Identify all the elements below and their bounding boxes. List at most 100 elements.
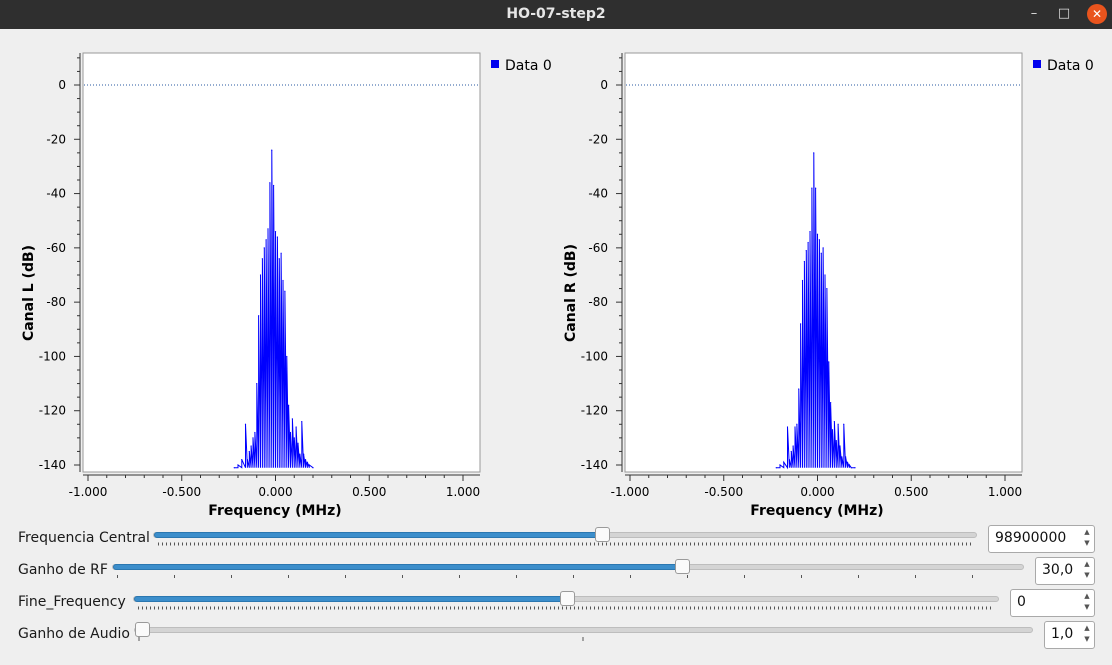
y-axis: 0 -20 -40 -60 -80 -100 -120 -140 xyxy=(39,53,81,472)
data-point xyxy=(286,355,288,358)
data-point xyxy=(280,252,282,254)
frequencia-central-spinbox[interactable]: 98900000 ▲ ▼ xyxy=(988,525,1095,553)
data-point xyxy=(779,464,781,466)
y-tick-label: -120 xyxy=(39,404,66,418)
data-point xyxy=(839,445,841,447)
data-point xyxy=(299,453,301,455)
data-point xyxy=(803,260,805,263)
slider-ticks xyxy=(117,575,1021,578)
data-point xyxy=(278,258,280,260)
data-point xyxy=(263,247,265,249)
spin-arrows-icon[interactable]: ▲ ▼ xyxy=(1082,527,1092,549)
spectrum-plot-right: 0 -20 -40 -60 -80 -100 -120 -140 -1.000 -0.500 0.… xyxy=(542,32,1098,522)
legend-label: Data 0 xyxy=(1047,58,1094,74)
data-point xyxy=(303,453,305,455)
spin-arrows-icon[interactable]: ▲ ▼ xyxy=(1082,591,1092,613)
spectrum-chart-left: 0 -20 -40 -60 -80 -100 -120 -140 -1.000 -0.500 0.… xyxy=(21,52,552,519)
data-point xyxy=(824,274,826,276)
data-point xyxy=(796,423,798,425)
legend-swatch xyxy=(491,60,499,68)
data-point xyxy=(246,458,248,461)
data-point xyxy=(301,420,303,423)
spin-arrows-icon[interactable]: ▲ ▼ xyxy=(1082,623,1092,645)
close-icon[interactable]: ✕ xyxy=(1087,4,1107,24)
data-point xyxy=(775,467,777,469)
data-point xyxy=(244,423,247,425)
slider-handle[interactable] xyxy=(675,559,690,574)
x-axis-title: Frequency (MHz) xyxy=(208,503,341,519)
data-point xyxy=(273,184,275,187)
x-tick-label: 0.500 xyxy=(352,485,386,499)
slider-ticks xyxy=(138,606,994,610)
frequencia-central-slider[interactable] xyxy=(153,527,977,542)
data-point xyxy=(265,239,267,241)
y-tick-label: -20 xyxy=(588,132,608,146)
y-tick-label: 0 xyxy=(600,78,608,92)
minimize-icon[interactable]: – xyxy=(1024,4,1044,24)
data-point xyxy=(237,464,239,466)
spin-arrows-icon[interactable]: ▲ ▼ xyxy=(1082,559,1092,581)
data-point xyxy=(811,187,813,189)
ganho-de-audio-slider[interactable] xyxy=(134,622,1033,637)
data-point xyxy=(295,426,297,428)
data-point xyxy=(815,187,817,189)
x-tick-label: 0.000 xyxy=(258,485,292,499)
data-point xyxy=(306,461,308,463)
y-tick-label: -60 xyxy=(46,241,66,255)
x-axis: -1.000 -0.500 0.000 0.500 1.000 xyxy=(69,474,480,499)
data-point xyxy=(248,450,250,453)
fine-frequency-spinbox[interactable]: 0 ▲ ▼ xyxy=(1010,589,1095,617)
y-tick-label: -80 xyxy=(588,295,608,309)
data-point xyxy=(284,290,286,292)
slider-ticks xyxy=(158,542,974,546)
x-tick-label: -1.000 xyxy=(611,485,650,499)
data-point xyxy=(794,426,796,428)
data-point xyxy=(843,423,845,425)
x-axis-title: Frequency (MHz) xyxy=(750,503,883,519)
spinbox-value: 30,0 xyxy=(1042,562,1074,578)
y-tick-label: -140 xyxy=(581,458,608,472)
spinbox-value: 1,0 xyxy=(1051,626,1074,642)
x-tick-label: 1.000 xyxy=(446,485,480,499)
data-point xyxy=(250,445,252,447)
data-point xyxy=(282,279,284,282)
slider-handle[interactable] xyxy=(135,622,150,637)
maximize-icon[interactable]: □ xyxy=(1054,4,1074,24)
data-point xyxy=(800,323,802,325)
data-point xyxy=(267,228,269,230)
slider-fill xyxy=(154,532,602,538)
slider-handle[interactable] xyxy=(595,527,610,542)
data-point xyxy=(850,467,852,469)
slider-handle[interactable] xyxy=(560,591,575,606)
data-point xyxy=(790,450,792,453)
data-point xyxy=(807,241,809,244)
data-point xyxy=(269,182,271,184)
fine-frequency-slider[interactable] xyxy=(133,591,999,606)
data-point xyxy=(788,458,790,461)
ganho-de-audio-label: Ganho de Audio xyxy=(18,626,130,642)
ganho-de-rf-spinbox[interactable]: 30,0 ▲ ▼ xyxy=(1035,557,1095,585)
data-point xyxy=(813,152,815,154)
ganho-de-audio-spinbox[interactable]: 1,0 ▲ ▼ xyxy=(1044,621,1095,649)
data-point xyxy=(831,429,834,431)
spinbox-value: 98900000 xyxy=(995,530,1067,546)
window-titlebar: HO-07-step2 – □ ✕ xyxy=(0,0,1112,29)
x-tick-label: 1.000 xyxy=(988,485,1022,499)
y-tick-label: -100 xyxy=(581,349,608,363)
data-point xyxy=(256,382,258,385)
spinbox-value: 0 xyxy=(1017,594,1026,610)
data-point xyxy=(816,233,819,235)
data-point xyxy=(805,249,807,252)
y-tick-label: -120 xyxy=(581,404,608,418)
data-point xyxy=(241,458,243,461)
data-point xyxy=(820,252,822,254)
data-point xyxy=(835,439,837,442)
x-tick-label: 0.000 xyxy=(800,485,834,499)
legend-swatch xyxy=(1033,60,1041,68)
data-point xyxy=(259,274,262,276)
y-tick-label: -40 xyxy=(588,187,608,201)
data-point xyxy=(841,456,843,458)
ganho-de-rf-slider[interactable] xyxy=(112,559,1024,574)
data-point xyxy=(828,361,830,363)
data-point xyxy=(288,404,290,406)
